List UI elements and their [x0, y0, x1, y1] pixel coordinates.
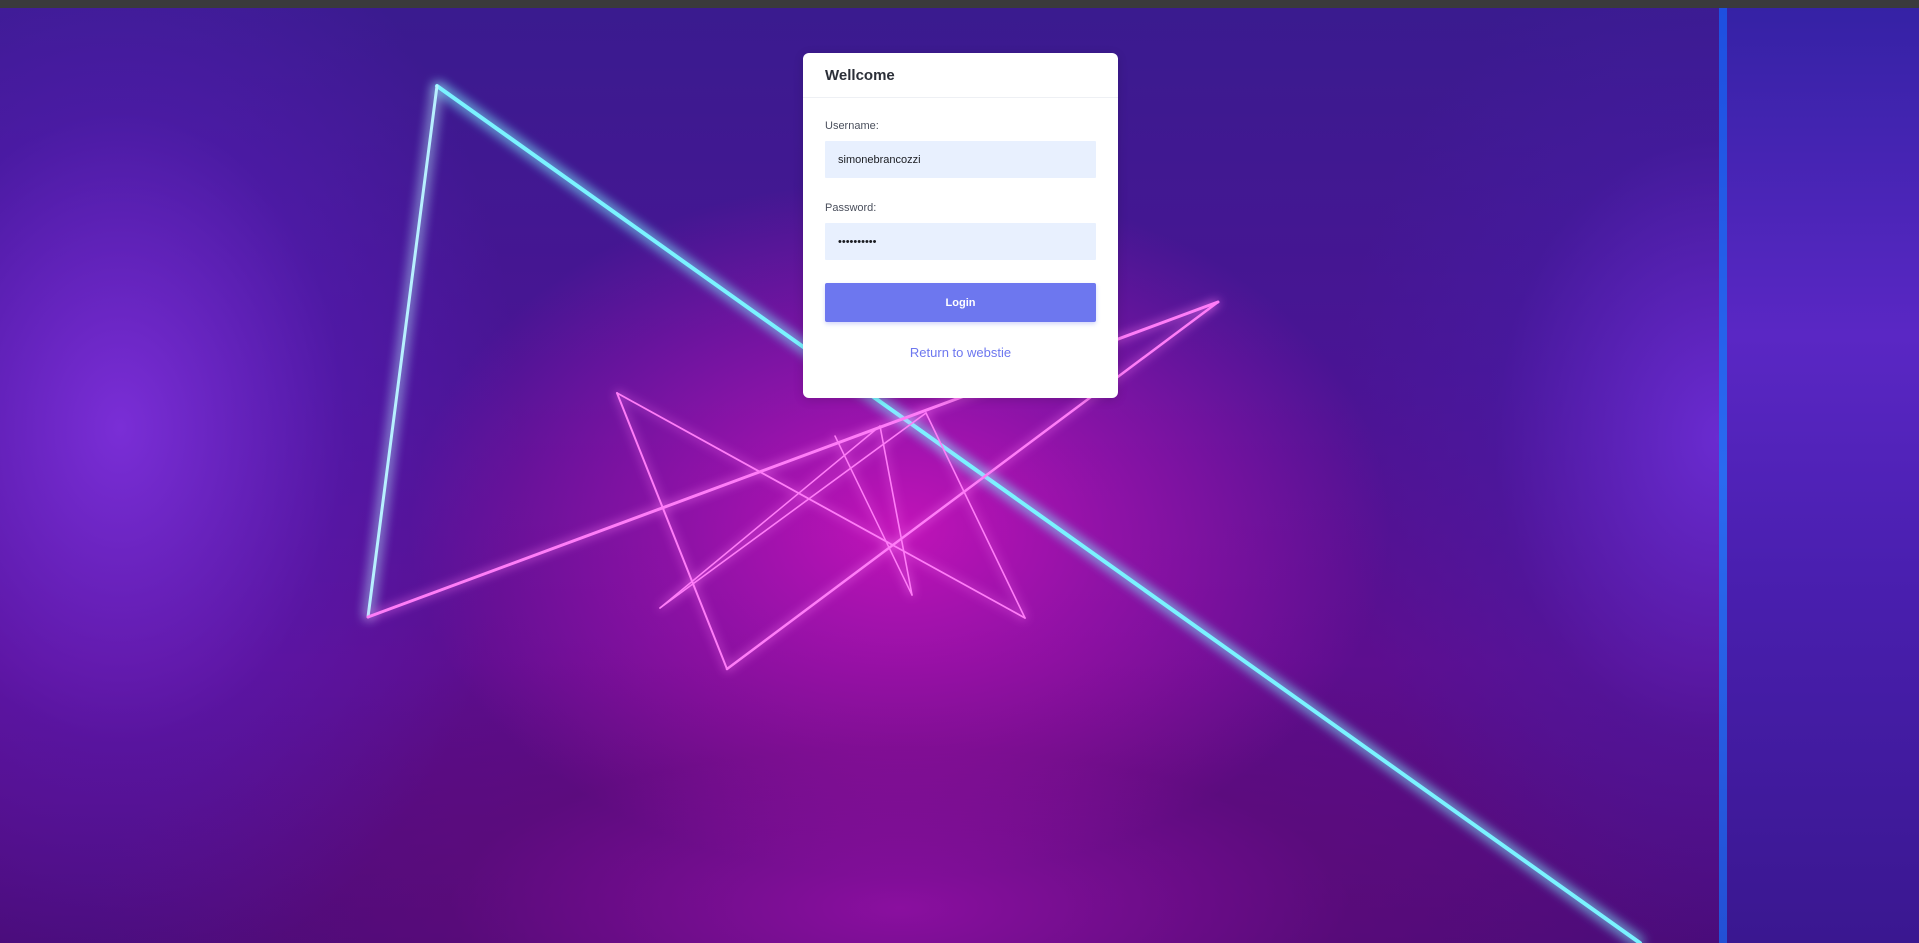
browser-top-bar [0, 0, 1919, 8]
card-title: Wellcome [825, 66, 895, 84]
card-header: Wellcome [803, 53, 1118, 98]
login-form: Username: Password: Login Return to webs… [803, 98, 1118, 360]
login-card: Wellcome Username: Password: Login Retur… [803, 53, 1118, 398]
login-button[interactable]: Login [825, 283, 1096, 322]
password-label: Password: [825, 202, 877, 214]
username-input[interactable] [825, 141, 1096, 178]
username-label: Username: [825, 120, 879, 132]
return-to-website-link[interactable]: Return to webstie [825, 345, 1096, 360]
password-input[interactable] [825, 223, 1096, 260]
